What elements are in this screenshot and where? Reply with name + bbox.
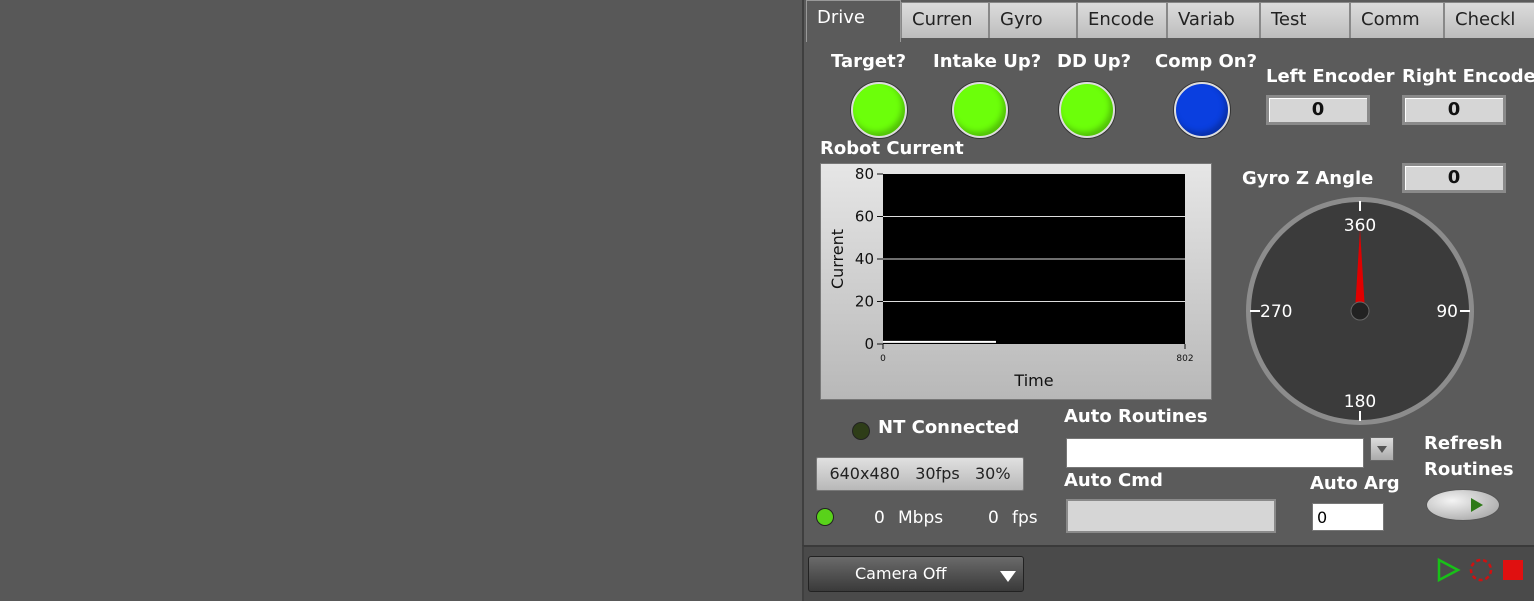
refresh-routines-label: Refresh Routines: [1424, 431, 1514, 483]
dd-up-label: DD Up?: [1057, 51, 1132, 72]
tab-current[interactable]: Curren: [901, 2, 989, 38]
dashboard-panel: Curren Gyro Encode Variab Test Comm Chec…: [802, 0, 1534, 545]
camera-status-led: [816, 508, 834, 526]
play-icon: [1471, 498, 1483, 512]
auto-cmd-field[interactable]: [1066, 499, 1276, 533]
chevron-down-icon: [1000, 571, 1016, 582]
resolution-text: 640x480: [829, 464, 900, 483]
camera-selector-text: Camera Off: [855, 564, 947, 583]
intake-up-indicator: [952, 82, 1008, 138]
gyro-gauge: 360 90 180 270: [1244, 195, 1476, 427]
fps-value: 0: [988, 508, 999, 528]
camera-view-area: [0, 0, 802, 599]
camera-selector[interactable]: Camera Off: [808, 556, 1024, 592]
tab-gyro[interactable]: Gyro: [989, 2, 1077, 38]
mbps-unit: Mbps: [898, 508, 944, 528]
target-indicator: [851, 82, 907, 138]
gauge-tick-label: 180: [1344, 392, 1376, 412]
gauge-hub: [1350, 301, 1370, 321]
refresh-label-line1: Refresh: [1424, 433, 1503, 454]
gyro-z-value: 0: [1402, 163, 1506, 193]
right-encoder-label: Right Encoder: [1402, 66, 1534, 87]
right-encoder-value: 0: [1402, 95, 1506, 125]
stop-record-icon[interactable]: [1468, 557, 1494, 583]
gyro-z-label: Gyro Z Angle: [1242, 168, 1374, 189]
tab-bar: Curren Gyro Encode Variab Test Comm Chec…: [804, 0, 1534, 44]
y-tick-label: 80: [855, 165, 874, 183]
auto-arg-field[interactable]: 0: [1312, 503, 1384, 531]
fps-unit: fps: [1012, 508, 1038, 528]
dropdown-arrow-icon[interactable]: [1370, 437, 1394, 461]
auto-routines-label: Auto Routines: [1064, 406, 1208, 427]
comp-on-label: Comp On?: [1155, 51, 1258, 72]
abort-icon[interactable]: [1500, 557, 1526, 583]
left-encoder-label: Left Encoder: [1266, 66, 1395, 87]
run-icon[interactable]: [1436, 557, 1462, 583]
y-tick-label: 20: [855, 293, 874, 311]
tab-comm[interactable]: Comm: [1350, 2, 1444, 38]
y-tick-label: 0: [864, 335, 874, 353]
chart-svg: 80 60 40 20 00 802 Time Current: [828, 165, 1194, 390]
chart-title: Robot Current: [820, 138, 964, 159]
auto-arg-label: Auto Arg: [1310, 473, 1400, 494]
gauge-svg: 36090180270: [1246, 197, 1474, 425]
x-tick-label: 802: [1176, 354, 1193, 364]
target-label: Target?: [831, 51, 907, 72]
tab-checklist[interactable]: Checkl: [1444, 2, 1534, 38]
camera-settings-button[interactable]: 640x480 30fps 30%: [816, 457, 1024, 491]
gauge-tick-label: 270: [1260, 302, 1292, 322]
refresh-label-line2: Routines: [1424, 459, 1514, 480]
auto-routines-select[interactable]: [1066, 438, 1364, 468]
x-tick-label: 0: [880, 354, 886, 364]
tab-variables[interactable]: Variab: [1167, 2, 1260, 38]
y-tick-label: 60: [855, 208, 874, 226]
refresh-routines-button[interactable]: [1426, 489, 1500, 521]
nt-connected-label: NT Connected: [878, 417, 1020, 438]
left-encoder-value: 0: [1266, 95, 1370, 125]
auto-cmd-label: Auto Cmd: [1064, 470, 1163, 491]
tab-test[interactable]: Test: [1260, 2, 1350, 38]
x-axis-label: Time: [1013, 371, 1053, 390]
dd-up-indicator: [1059, 82, 1115, 138]
robot-current-chart: 80 60 40 20 0 0 802 Time Current: [820, 163, 1212, 400]
intake-up-label: Intake Up?: [933, 51, 1042, 72]
gauge-tick-label: 90: [1436, 302, 1458, 322]
tab-drive[interactable]: Drive: [806, 0, 901, 42]
nt-connected-led: [852, 422, 870, 440]
comp-on-indicator: [1174, 82, 1230, 138]
mbps-value: 0: [874, 508, 885, 528]
quality-text: 30%: [975, 464, 1011, 483]
y-tick-label: 40: [855, 250, 874, 268]
bottom-toolbar: Camera Off: [802, 545, 1534, 601]
tab-encoder[interactable]: Encode: [1077, 2, 1167, 38]
fps-setting-text: 30fps: [915, 464, 960, 483]
y-axis-label: Current: [828, 229, 847, 289]
